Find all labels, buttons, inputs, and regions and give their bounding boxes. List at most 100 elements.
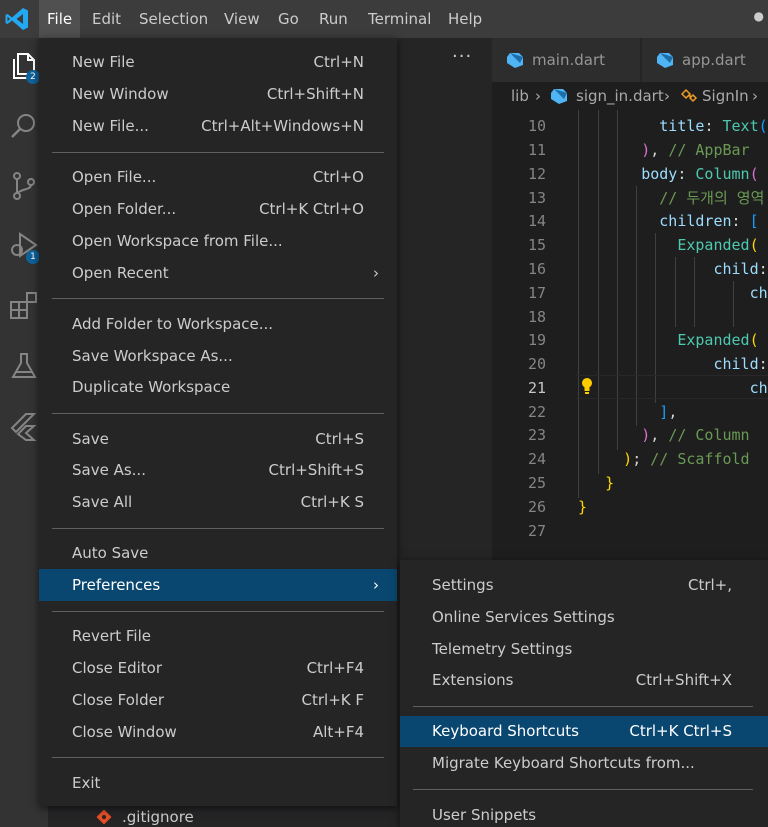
breadcrumb: lib › sign_in.dart › SignIn › <box>492 82 768 110</box>
tab-app-dart[interactable]: app.dart <box>642 38 768 82</box>
chevron-right-icon: › <box>752 87 758 105</box>
source-control-icon[interactable] <box>8 170 40 202</box>
menu-item-revert-file[interactable]: Revert File <box>39 621 397 652</box>
menu-item-label: Save Workspace As... <box>72 347 233 365</box>
menu-item-shortcut: Ctrl+Shift+N <box>266 85 364 103</box>
menu-item-keyboard-shortcuts[interactable]: Keyboard Shortcuts Ctrl+K Ctrl+S <box>400 716 768 747</box>
menu-separator <box>413 706 753 707</box>
menu-item-new-file[interactable]: New File Ctrl+N <box>39 47 397 78</box>
menu-item-add-folder[interactable]: Add Folder to Workspace... <box>39 309 397 340</box>
menu-item-label: Migrate Keyboard Shortcuts from... <box>432 754 695 772</box>
menu-item-preferences[interactable]: Preferences › <box>39 569 397 601</box>
menu-item-shortcut: Ctrl+, <box>687 576 732 594</box>
menu-go[interactable]: Go <box>270 0 307 38</box>
menu-item-label: Auto Save <box>72 544 149 562</box>
menu-item-user-snippets[interactable]: User Snippets <box>400 800 768 827</box>
menu-item-label: New File... <box>72 117 149 135</box>
menu-view[interactable]: View <box>216 0 268 38</box>
menu-item-open-recent[interactable]: Open Recent › <box>39 258 397 289</box>
breadcrumb-symbol[interactable]: SignIn <box>702 82 749 110</box>
menu-item-close-window[interactable]: Close Window Alt+F4 <box>39 717 397 748</box>
menu-item-online-services-settings[interactable]: Online Services Settings <box>400 602 768 633</box>
menu-item-shortcut: Ctrl+K Ctrl+O <box>259 200 364 218</box>
menu-item-label: Online Services Settings <box>432 608 615 626</box>
dirty-indicator-icon: ● <box>753 9 764 23</box>
line-number: 17 <box>527 284 546 302</box>
menu-item-label: Save All <box>72 493 133 511</box>
line-number: 23 <box>527 426 546 444</box>
menu-item-open-workspace[interactable]: Open Workspace from File... <box>39 226 397 257</box>
menu-separator <box>413 789 753 790</box>
menu-item-close-editor[interactable]: Close Editor Ctrl+F4 <box>39 653 397 684</box>
line-number: 12 <box>527 165 546 183</box>
menu-item-label: New File <box>72 53 135 71</box>
code-line-11: ), // AppBar <box>641 141 750 159</box>
menu-item-new-file-dialog[interactable]: New File... Ctrl+Alt+Windows+N <box>39 111 397 142</box>
menu-terminal[interactable]: Terminal <box>360 0 439 38</box>
tree-item-gitignore[interactable]: .gitignore <box>96 806 194 827</box>
line-number: 14 <box>527 212 546 230</box>
menu-item-save-workspace-as[interactable]: Save Workspace As... <box>39 341 397 372</box>
menu-item-shortcut: Ctrl+K F <box>301 691 365 709</box>
class-symbol-icon <box>680 88 698 103</box>
menu-run[interactable]: Run <box>311 0 356 38</box>
menu-item-duplicate-workspace[interactable]: Duplicate Workspace <box>39 372 397 403</box>
menu-item-migrate-keyboard-shortcuts[interactable]: Migrate Keyboard Shortcuts from... <box>400 748 768 779</box>
breadcrumb-file[interactable]: sign_in.dart <box>576 82 664 110</box>
menu-selection[interactable]: Selection <box>131 0 216 38</box>
code-line-10: title: Text( <box>659 117 768 135</box>
menu-item-shortcut: Ctrl+N <box>313 53 364 71</box>
search-icon[interactable] <box>8 110 40 142</box>
menu-item-save-all[interactable]: Save All Ctrl+K S <box>39 487 397 518</box>
menu-item-extensions[interactable]: Extensions Ctrl+Shift+X <box>400 665 768 696</box>
menu-item-settings[interactable]: Settings Ctrl+, <box>400 570 768 601</box>
line-number: 19 <box>527 331 546 349</box>
menu-item-save[interactable]: Save Ctrl+S <box>39 424 397 455</box>
flutter-icon[interactable] <box>8 410 40 442</box>
breadcrumb-folder[interactable]: lib <box>511 82 529 110</box>
extensions-icon[interactable] <box>8 290 40 322</box>
menu-item-save-as[interactable]: Save As... Ctrl+Shift+S <box>39 455 397 486</box>
menu-item-shortcut: Alt+F4 <box>312 723 364 741</box>
menu-item-label: New Window <box>72 85 169 103</box>
line-number: 20 <box>527 355 546 373</box>
tab-main-dart[interactable]: main.dart <box>492 38 640 82</box>
menu-item-label: Duplicate Workspace <box>72 378 231 396</box>
menu-item-label: Open File... <box>72 168 157 186</box>
menu-help[interactable]: Help <box>440 0 490 38</box>
menu-item-label: Revert File <box>72 627 151 645</box>
menu-item-exit[interactable]: Exit <box>39 768 397 799</box>
menu-item-shortcut: Ctrl+Alt+Windows+N <box>201 117 364 135</box>
code-line-25: } <box>605 474 615 492</box>
line-number: 22 <box>527 403 546 421</box>
code-line-14: children: [ <box>659 212 759 230</box>
sidebar-more-actions-icon[interactable]: ··· <box>452 46 472 67</box>
menu-edit[interactable]: Edit <box>84 0 129 38</box>
menu-separator <box>52 152 384 153</box>
menu-separator <box>52 298 384 299</box>
menu-item-telemetry-settings[interactable]: Telemetry Settings <box>400 634 768 665</box>
menu-item-auto-save[interactable]: Auto Save <box>39 538 397 569</box>
line-number: 13 <box>527 189 546 207</box>
menu-item-new-window[interactable]: New Window Ctrl+Shift+N <box>39 79 397 110</box>
code-line-16: child: <box>713 260 768 278</box>
menu-item-shortcut: Ctrl+Shift+X <box>635 671 732 689</box>
menu-item-label: Preferences <box>72 576 161 594</box>
menu-item-open-file[interactable]: Open File... Ctrl+O <box>39 162 397 193</box>
menu-item-shortcut: Ctrl+S <box>315 430 364 448</box>
line-number: 11 <box>527 141 546 159</box>
menu-file[interactable]: File <box>39 0 81 38</box>
lightbulb-icon[interactable] <box>580 377 594 395</box>
menu-item-label: User Snippets <box>432 806 537 824</box>
testing-flask-icon[interactable] <box>8 350 40 382</box>
menu-item-shortcut: Ctrl+Shift+S <box>268 461 364 479</box>
menu-item-shortcut: Ctrl+O <box>312 168 364 186</box>
chevron-right-icon: › <box>373 576 379 594</box>
code-line-24: ); // Scaffold <box>623 450 750 468</box>
file-menu: New File Ctrl+N New Window Ctrl+Shift+N Ne… <box>39 38 397 806</box>
menu-item-close-folder[interactable]: Close Folder Ctrl+K F <box>39 685 397 716</box>
git-file-icon <box>96 809 112 825</box>
code-line-22: ], <box>659 403 678 421</box>
line-number: 16 <box>527 260 546 278</box>
menu-item-open-folder[interactable]: Open Folder... Ctrl+K Ctrl+O <box>39 194 397 225</box>
